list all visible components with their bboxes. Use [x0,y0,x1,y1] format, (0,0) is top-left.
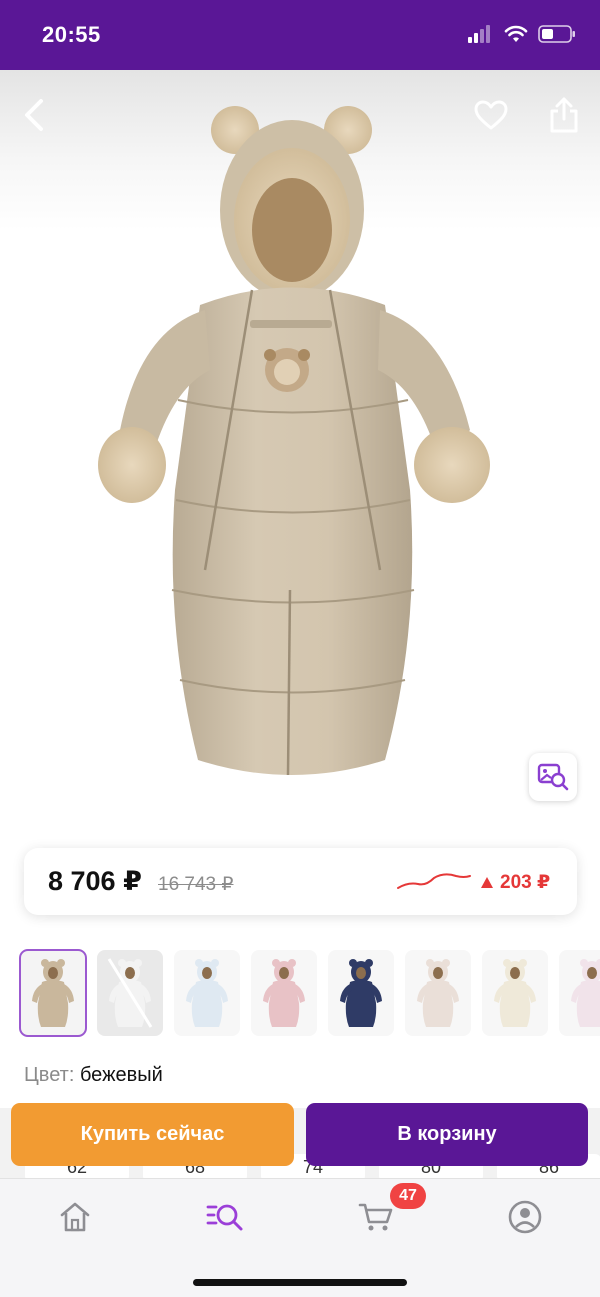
variant-thumbnail [494,959,536,1027]
product-image [98,106,490,776]
price-old: 16 743 ₽ [158,874,234,895]
product-gallery[interactable] [0,70,600,825]
tab-home[interactable] [50,1195,100,1239]
variant-thumbnail [186,959,228,1027]
signal-icon [468,25,494,48]
variant-thumbnail [107,958,153,1028]
variant-thumbnail [571,959,600,1027]
status-icons [468,24,576,49]
color-value: бежевый [79,1064,163,1086]
color-variant[interactable] [19,949,87,1037]
color-variant[interactable] [328,950,394,1036]
color-variant[interactable] [174,950,240,1036]
chevron-left-icon [25,99,43,131]
color-info: Цвет: бежевый [24,1064,163,1087]
variant-thumbnail [417,959,459,1027]
buy-now-button[interactable]: Купить сейчас [11,1103,294,1166]
image-search-button[interactable] [529,753,577,801]
price-history-sparkline [397,873,471,889]
tab-catalog[interactable] [200,1195,250,1239]
tab-profile[interactable] [500,1195,550,1239]
favorite-button[interactable] [468,92,514,138]
status-bar: 20:55 [0,0,600,70]
price-card[interactable]: 8 706 ₽ 16 743 ₽ 203 ₽ [24,848,577,915]
price-current: 8 706 ₽ [48,866,142,896]
triangle-up-icon [481,877,493,888]
bottom-tab-bar: 47 [0,1178,600,1297]
variant-thumbnail [340,959,382,1027]
share-button[interactable] [541,92,587,138]
variant-thumbnail [263,959,305,1027]
cart-badge: 47 [390,1183,426,1209]
home-indicator [193,1279,407,1286]
color-variant[interactable] [405,950,471,1036]
price-change-value: 203 ₽ [500,872,551,893]
color-variant[interactable] [97,950,163,1036]
home-icon [60,1202,90,1232]
profile-icon [508,1200,542,1234]
color-label: Цвет: [24,1064,75,1086]
color-variant[interactable] [559,950,600,1036]
cart-icon [358,1203,393,1231]
price-change: 203 ₽ [480,871,550,894]
heart-icon [474,100,508,130]
color-variant[interactable] [251,950,317,1036]
add-to-cart-button[interactable]: В корзину [306,1103,588,1166]
status-time: 20:55 [42,22,101,47]
back-button[interactable] [12,92,58,138]
catalog-search-icon [206,1204,243,1231]
variant-thumbnail [32,959,74,1027]
battery-icon [538,24,576,49]
color-variant[interactable] [482,950,548,1036]
wifi-icon [504,25,528,48]
image-search-icon [537,763,569,791]
color-variants [19,949,600,1037]
share-icon [550,97,578,133]
